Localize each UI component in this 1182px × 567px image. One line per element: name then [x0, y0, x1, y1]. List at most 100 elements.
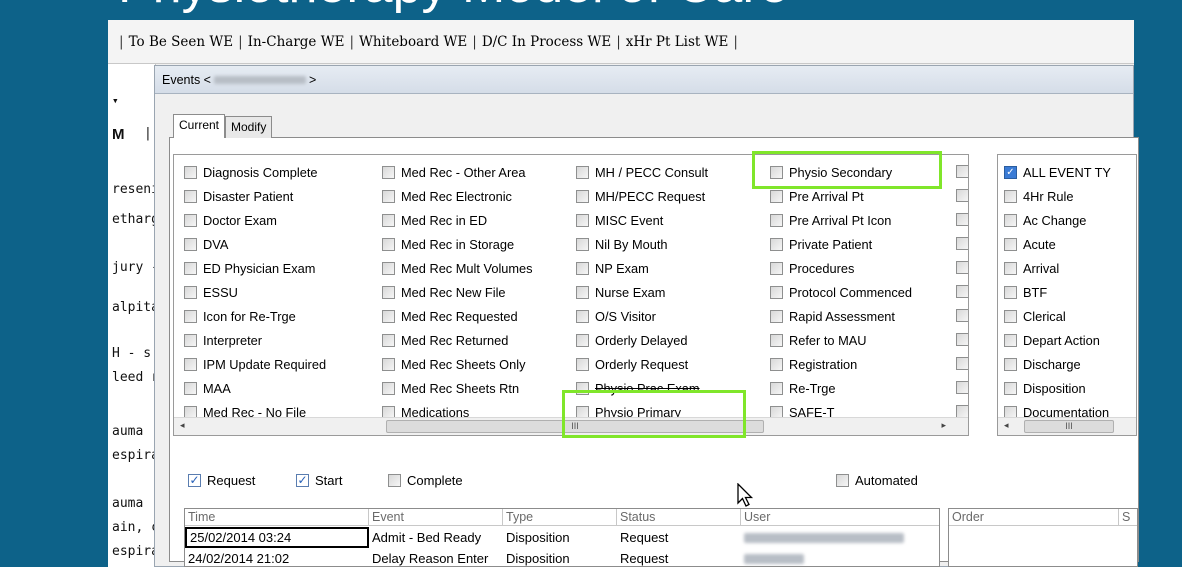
event-checkbox[interactable] [576, 165, 589, 179]
event-types-list[interactable]: ✓ ALL EVENT TY 4Hr Rule Ac Change Acute Arriv… [997, 154, 1137, 436]
event-type-item[interactable]: Depart Action [1004, 331, 1100, 349]
event-type-item[interactable]: Ac Change [1004, 211, 1086, 229]
event-checkbox-item[interactable]: Orderly Delayed [576, 331, 687, 349]
grid-cell-event[interactable]: Delay Reason Enter [369, 549, 503, 566]
event-checkbox-item[interactable]: ED Physician Exam [184, 259, 315, 277]
event-type-checkbox[interactable] [1004, 285, 1017, 299]
event-checkbox-item[interactable]: Diagnosis Complete [184, 163, 318, 181]
event-checkbox-item[interactable]: ESSU [184, 283, 238, 301]
tab-dc-in-process[interactable]: D/C In Process WE [482, 34, 611, 50]
event-checkbox-item[interactable]: Doctor Exam [184, 211, 277, 229]
complete-checkbox[interactable] [388, 474, 401, 487]
event-checkbox[interactable] [770, 213, 783, 227]
event-checkbox[interactable] [184, 213, 197, 227]
event-checkbox[interactable] [956, 381, 968, 394]
event-checkbox-item[interactable]: Private Patient [770, 235, 872, 253]
event-checkbox[interactable] [382, 285, 395, 299]
event-checkbox[interactable] [956, 213, 968, 226]
patient-list-row[interactable]: H - s [112, 346, 151, 361]
event-checkbox-item[interactable]: Med Rec in ED [382, 211, 487, 229]
event-checkbox-item[interactable]: Procedures [770, 259, 854, 277]
event-type-item[interactable]: Discharge [1004, 355, 1081, 373]
event-checkbox-item[interactable]: Disaster Patient [184, 187, 293, 205]
event-checkbox-item[interactable]: Med Rec Electronic [382, 187, 512, 205]
event-type-checkbox[interactable] [1004, 309, 1017, 323]
event-type-checkbox[interactable] [1004, 333, 1017, 347]
event-type-item[interactable]: Arrival [1004, 259, 1059, 277]
event-checkbox[interactable] [184, 285, 197, 299]
event-type-item[interactable]: Disposition [1004, 379, 1086, 397]
event-checkbox[interactable] [382, 333, 395, 347]
event-type-item[interactable]: BTF [1004, 283, 1047, 301]
start-checkbox[interactable]: ✓ [296, 474, 309, 487]
event-checkbox[interactable] [184, 381, 197, 395]
patient-list-row[interactable]: jury - [112, 260, 155, 275]
scroll-left-arrow-icon[interactable]: ◂ [180, 420, 185, 431]
tab-in-charge[interactable]: In-Charge WE [248, 34, 345, 50]
tab-whiteboard[interactable]: Whiteboard WE [359, 34, 467, 50]
event-checkbox[interactable] [956, 189, 968, 202]
event-checkbox-item[interactable]: Med Rec Returned [382, 331, 508, 349]
option-automated[interactable]: Automated [836, 473, 918, 488]
patient-list-row[interactable]: auma [112, 496, 143, 511]
grid-header-type[interactable]: Type [503, 509, 617, 526]
event-checkbox-item[interactable]: IPM Update Required [184, 355, 326, 373]
tab-to-be-seen[interactable]: To Be Seen WE [129, 34, 234, 50]
grid-cell-status[interactable]: Request [617, 549, 741, 566]
event-checkbox-item[interactable]: Med Rec in Storage [382, 235, 514, 253]
event-checkbox[interactable] [382, 381, 395, 395]
tab-modify[interactable]: Modify [225, 116, 273, 138]
event-checkbox[interactable] [576, 333, 589, 347]
event-checkbox[interactable] [382, 237, 395, 251]
event-checkbox-item[interactable]: O/S Visitor [576, 307, 656, 325]
event-checkbox-item[interactable]: NP Exam [576, 259, 649, 277]
event-checkbox[interactable] [956, 165, 968, 178]
event-checkbox[interactable] [770, 189, 783, 203]
event-checkbox-item[interactable]: Med Rec Sheets Only [382, 355, 525, 373]
event-checkbox[interactable] [770, 285, 783, 299]
event-checkbox[interactable] [576, 189, 589, 203]
grid-cell-user[interactable] [741, 549, 939, 566]
event-checkbox-item[interactable]: Rapid Assessment [770, 307, 895, 325]
event-checkbox[interactable] [184, 165, 197, 179]
event-checkbox[interactable] [956, 237, 968, 250]
event-checkbox[interactable] [576, 357, 589, 371]
event-checkbox[interactable] [184, 237, 197, 251]
event-checkbox-item[interactable]: Icon for Re-Trge [184, 307, 296, 325]
event-type-item[interactable]: ✓ ALL EVENT TY [1004, 163, 1111, 181]
patient-list-row[interactable]: alpita [112, 300, 155, 315]
event-checkbox-item[interactable]: Pre Arrival Pt Icon [770, 211, 891, 229]
event-type-item[interactable]: 4Hr Rule [1004, 187, 1074, 205]
order-grid[interactable]: Order S [948, 508, 1138, 567]
grid-cell-type[interactable]: Disposition [503, 528, 617, 547]
event-checkbox[interactable] [770, 381, 783, 395]
patient-list-row[interactable]: leed r [112, 370, 155, 385]
event-checkbox[interactable] [382, 261, 395, 275]
types-hscrollbar[interactable]: ◂ III [998, 417, 1136, 435]
event-checkbox[interactable] [382, 189, 395, 203]
event-checkbox[interactable] [770, 333, 783, 347]
event-checkbox[interactable] [184, 333, 197, 347]
event-checkbox-item[interactable]: Med Rec New File [382, 283, 506, 301]
types-scroll-thumb[interactable]: III [1024, 420, 1114, 433]
event-checkbox-item[interactable]: Pre Arrival Pt [770, 187, 864, 205]
event-checkbox[interactable] [770, 237, 783, 251]
event-type-checkbox[interactable] [1004, 357, 1017, 371]
event-type-checkbox[interactable] [1004, 381, 1017, 395]
event-checkbox-item[interactable]: DVA [184, 235, 228, 253]
patient-list-row[interactable]: auma [112, 424, 143, 439]
grid-cell-user[interactable] [741, 528, 939, 547]
patient-list-row[interactable]: espira [112, 448, 155, 463]
event-type-checkbox[interactable] [1004, 237, 1017, 251]
event-checkbox[interactable] [576, 309, 589, 323]
event-checkbox-item[interactable]: Registration [770, 355, 857, 373]
order-header-order[interactable]: Order [949, 509, 1119, 526]
event-type-checkbox[interactable] [1004, 189, 1017, 203]
event-checkbox[interactable] [770, 261, 783, 275]
event-checkbox-item[interactable]: Interpreter [184, 331, 262, 349]
order-header-s[interactable]: S [1119, 509, 1137, 526]
grid-header-status[interactable]: Status [617, 509, 741, 526]
event-type-checkbox[interactable] [1004, 213, 1017, 227]
event-checkbox[interactable] [770, 309, 783, 323]
grid-cell-status[interactable]: Request [617, 528, 741, 547]
